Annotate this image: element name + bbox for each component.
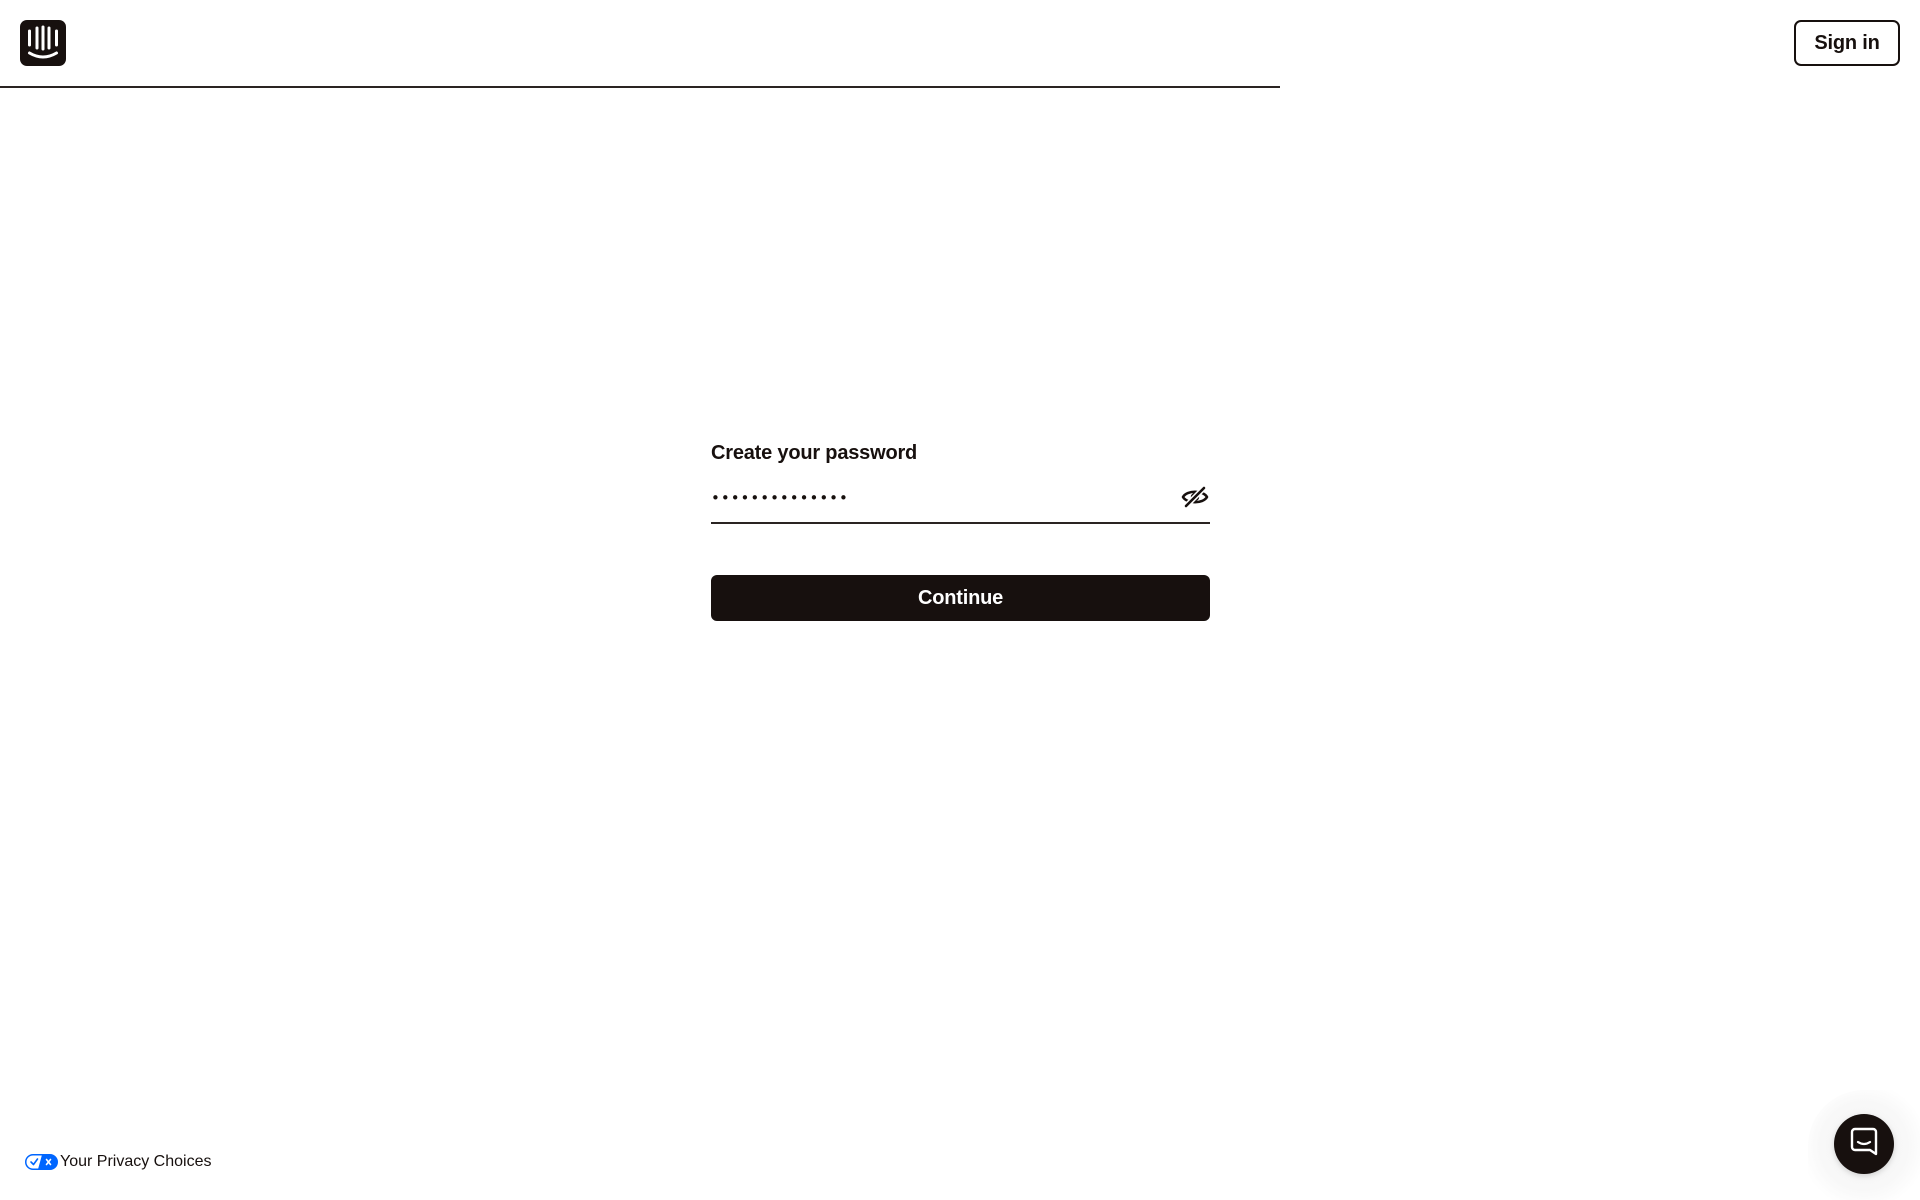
top-header: Sign in (0, 0, 1920, 88)
eye-slash-icon[interactable] (1180, 484, 1210, 510)
continue-button[interactable]: Continue (711, 575, 1210, 621)
signup-page: Sign in Create your password Continue (0, 0, 1920, 1200)
chat-bubble-icon (1850, 1127, 1878, 1162)
password-input[interactable] (711, 478, 1151, 518)
messenger-launcher-button[interactable] (1834, 1114, 1894, 1174)
privacy-toggle-icon (25, 1154, 58, 1170)
header-divider (0, 86, 1280, 88)
password-field (711, 476, 1210, 524)
password-label: Create your password (711, 442, 918, 464)
create-password-form: Create your password Continue (711, 438, 1210, 621)
sign-in-button[interactable]: Sign in (1794, 20, 1900, 66)
privacy-choices-label: Your Privacy Choices (60, 1153, 212, 1170)
intercom-logo-icon[interactable] (20, 20, 66, 66)
privacy-choices-link[interactable]: Your Privacy Choices (25, 1151, 211, 1173)
